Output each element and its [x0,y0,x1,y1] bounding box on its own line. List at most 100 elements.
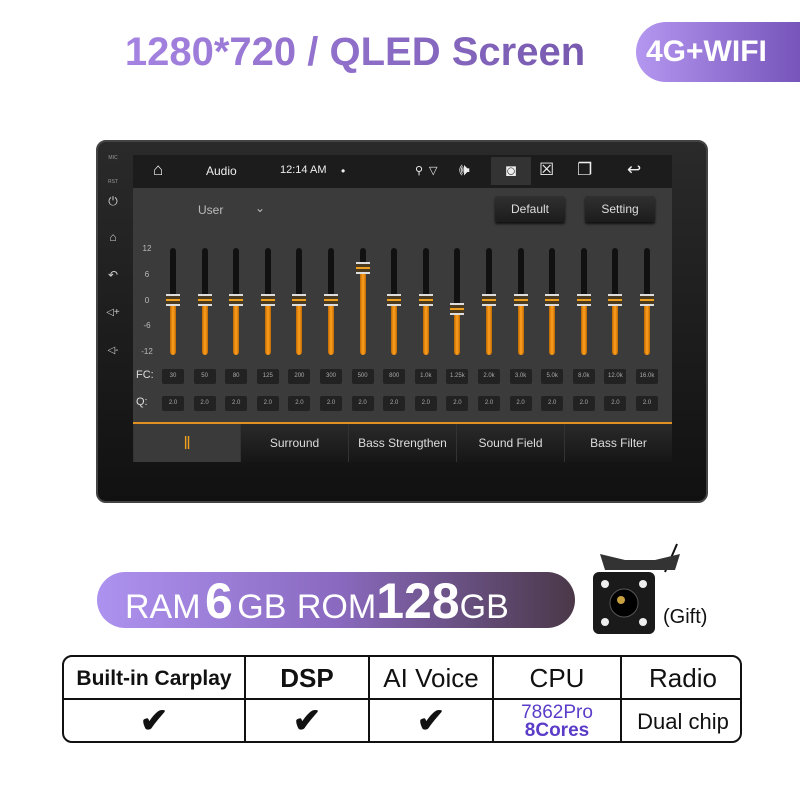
setting-button[interactable]: Setting [585,196,655,222]
memory-banner: RAM 6 GB ROM128GB [97,572,575,629]
eq-slider-fill [517,300,524,355]
eq-slider-handle[interactable] [608,294,623,306]
y-tick: 12 [142,244,152,253]
q-value[interactable]: 2.0 [446,396,469,411]
back-icon[interactable]: ↶ [102,268,124,282]
q-value[interactable]: 2.0 [288,396,311,411]
eq-slider-handle[interactable] [450,302,465,315]
eq-slider-fill [201,300,208,355]
eq-slider-handle[interactable] [324,294,338,306]
spec-header: DSP [246,657,370,700]
check-icon: ✔ [370,700,494,741]
q-value[interactable]: 2.0 [414,396,437,411]
fc-value[interactable]: 800 [383,369,406,384]
tab-bass-strengthen[interactable]: Bass Strengthen [348,424,456,462]
eq-slider-fill [170,300,176,355]
fc-value[interactable]: 30 [162,369,184,384]
eq-screen: ⌂ Audio 12:14 AM • ⚲ ▽ 🕪 ◙ ☒ ❐ ↩ User ⌄ … [133,155,672,462]
fc-value[interactable]: 500 [351,369,374,384]
tab-surround[interactable]: Surround [240,424,348,462]
eq-slider-handle[interactable] [229,294,244,306]
fc-value[interactable]: 1.25k [446,369,469,384]
q-value[interactable]: 2.0 [572,396,595,411]
preset-dropdown[interactable]: User [198,203,223,217]
eq-slider-handle[interactable] [482,294,496,306]
q-value[interactable]: 2.0 [320,396,342,411]
fc-value[interactable]: 2.0k [478,369,500,384]
q-value[interactable]: 2.0 [604,396,627,411]
clock: 12:14 AM [280,164,327,176]
volume-down-icon[interactable]: ◁- [102,345,124,356]
eq-slider-handle[interactable] [513,294,528,306]
close-app-icon[interactable]: ☒ [539,160,554,180]
q-value[interactable]: 2.0 [256,396,279,411]
cpu-cores: 8Cores [524,720,590,741]
eq-slider-handle[interactable] [576,294,591,306]
fc-value[interactable]: 80 [225,369,248,384]
tab-sound-field[interactable]: Sound Field [456,424,564,462]
fc-value[interactable]: 8.0k [572,369,595,384]
ram-label: RAM [125,588,201,626]
recent-apps-icon[interactable]: ❐ [577,160,592,180]
fc-value[interactable]: 5.0k [541,369,564,384]
eq-slider-fill [612,300,619,355]
home-icon[interactable]: ⌂ [153,160,163,180]
y-tick: -12 [141,347,153,356]
q-value[interactable]: 2.0 [162,396,184,411]
q-value[interactable]: 2.0 [225,396,248,411]
eq-slider-handle[interactable] [545,294,560,306]
fc-value[interactable]: 16.0k [636,369,658,384]
q-value[interactable]: 2.0 [541,396,564,411]
eq-slider-handle[interactable] [355,262,370,275]
status-bar: ⌂ Audio 12:14 AM • ⚲ ▽ 🕪 ◙ ☒ ❐ ↩ [133,155,672,188]
fc-value[interactable]: 300 [320,369,342,384]
fc-value[interactable]: 50 [193,369,216,384]
home-icon[interactable]: ⌂ [102,230,124,244]
eq-slider-handle[interactable] [260,294,275,306]
volume-up-icon[interactable]: ◁+ [102,307,124,318]
fc-value[interactable]: 3.0k [509,369,532,384]
connectivity-badge: 4G+WIFI [636,22,800,82]
eq-slider-handle[interactable] [387,294,402,306]
tab-equalizer[interactable]: 𝍪 [133,424,240,462]
fc-value[interactable]: 200 [288,369,311,384]
wifi-icon: ▽ [429,165,438,177]
mic-label: MIC [108,155,118,161]
eq-slider-handle[interactable] [292,294,307,306]
q-value[interactable]: 2.0 [509,396,532,411]
spec-header: AI Voice [370,657,494,700]
q-value[interactable]: 2.0 [636,396,658,411]
eq-slider-fill [486,300,492,355]
eq-slider-fill [328,300,334,355]
fc-value[interactable]: 125 [256,369,279,384]
eq-slider-handle[interactable] [640,294,654,306]
q-value[interactable]: 2.0 [383,396,406,411]
fc-value[interactable]: 1.0k [414,369,437,384]
default-button[interactable]: Default [495,196,565,222]
ram-unit: GB [237,588,287,626]
power-icon[interactable]: ⏻ [102,194,124,209]
eq-slider-handle[interactable] [166,294,180,306]
check-icon: ✔ [64,700,246,741]
location-icon: ⚲ [415,165,424,177]
q-label: Q: [136,396,148,408]
rom-label: ROM [296,588,377,626]
fc-value[interactable]: 12.0k [604,369,627,384]
q-value[interactable]: 2.0 [193,396,216,411]
y-tick: 6 [144,270,150,279]
q-value[interactable]: 2.0 [351,396,374,411]
q-value[interactable]: 2.0 [478,396,500,411]
radio-value: Dual chip [637,709,729,734]
y-tick: -6 [143,321,151,330]
eq-slider-fill [391,300,398,355]
volume-icon[interactable]: 🕪 [459,160,470,180]
eq-slider-handle[interactable] [418,294,433,306]
eq-slider-handle[interactable] [197,294,212,306]
tab-bass-filter[interactable]: Bass Filter [564,424,672,462]
back-icon[interactable]: ↩ [627,160,641,180]
screenshot-icon[interactable]: ◙ [491,157,531,185]
ram-value: 6 [205,573,233,629]
spec-header: CPU [494,657,622,700]
chevron-down-icon[interactable]: ⌄ [255,201,265,215]
eq-slider-fill [422,300,429,355]
